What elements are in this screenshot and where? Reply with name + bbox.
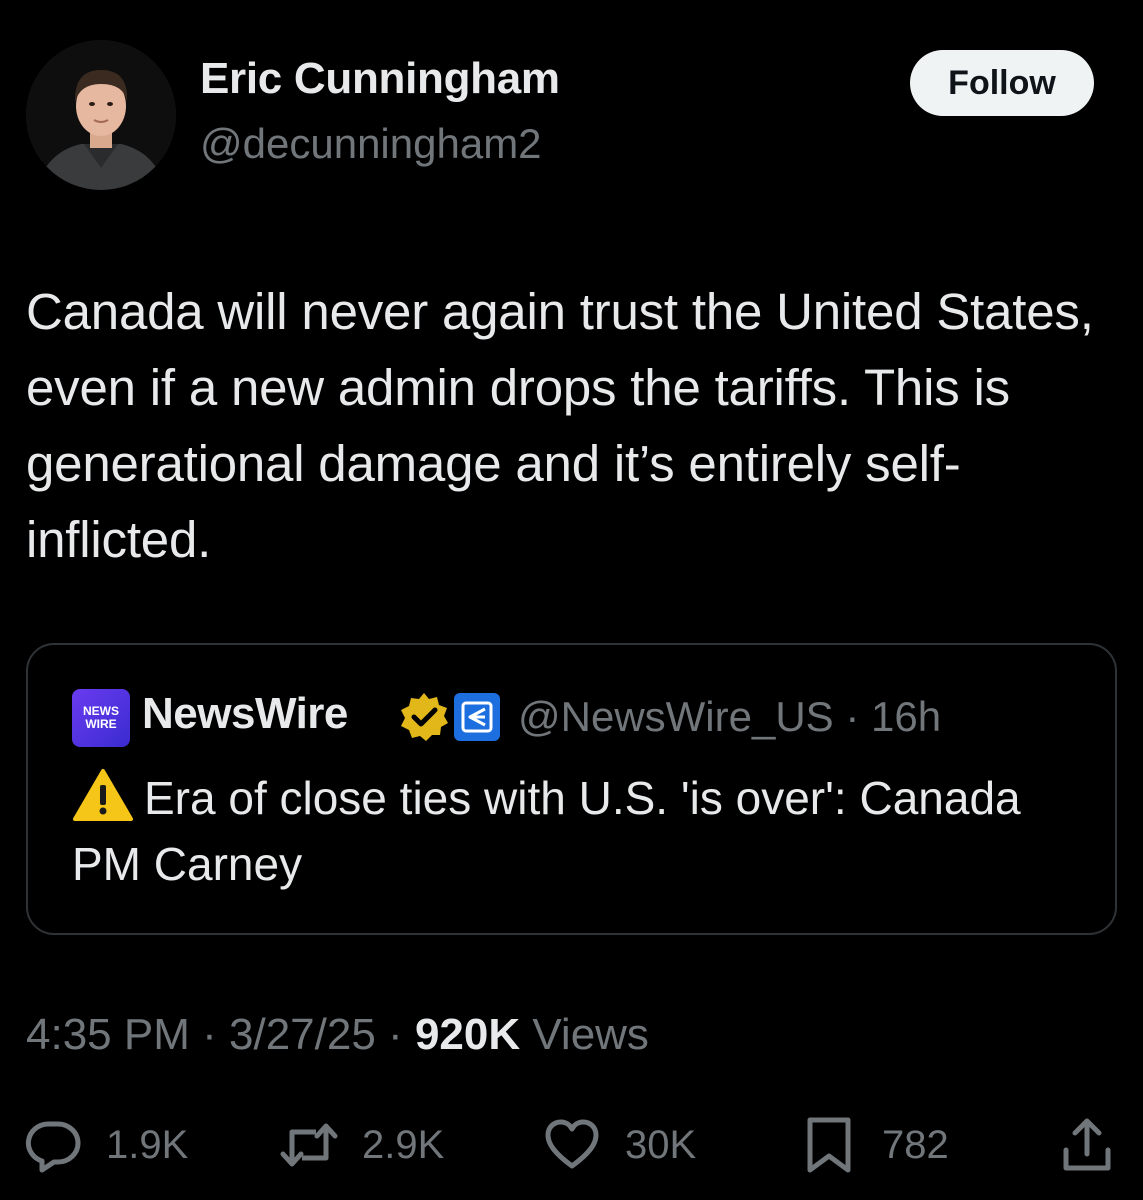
repost-icon [280,1123,338,1167]
author-display-name[interactable]: Eric Cunningham [200,54,560,104]
views-count: 920K [414,1010,521,1059]
tweet-meta: 4:35 PM · 3/27/25 · 920K Views [26,1010,649,1060]
author-handle[interactable]: @decunningham2 [200,120,542,168]
tweet-text: Canada will never again trust the United… [26,283,1094,568]
tweet-time[interactable]: 4:35 PM [26,1010,190,1059]
author-avatar[interactable] [26,40,176,190]
tweet-container: Eric Cunningham @decunningham2 Follow Ca… [0,0,1143,1200]
action-bar: 1.9K 2.9K 30K 782 [0,1110,1143,1180]
meta-separator: · [388,1010,403,1059]
like-button[interactable]: 30K [543,1110,696,1180]
meta-separator: · [845,693,860,740]
bookmark-button[interactable]: 782 [800,1110,949,1180]
quoted-tweet-card[interactable]: NEWS WIRE NewsWire @NewsWire_US · 16h Er… [26,643,1117,935]
verified-gold-icon[interactable] [398,691,450,743]
quoted-handle-line: @NewsWire_US · 16h [518,693,941,741]
tweet-date[interactable]: 3/27/25 [229,1010,376,1059]
newswire-logo[interactable]: NEWS WIRE [72,689,130,747]
bookmark-count: 782 [882,1122,949,1167]
meta-separator: · [202,1010,217,1059]
follow-button[interactable]: Follow [910,50,1094,116]
reply-icon [25,1121,81,1173]
avatar-image [26,40,176,190]
quoted-author-name[interactable]: NewsWire [142,689,348,739]
share-button[interactable] [1058,1110,1116,1180]
affiliate-badge-icon[interactable] [454,693,500,741]
bookmark-icon [807,1117,851,1173]
quoted-author-handle[interactable]: @NewsWire_US [518,693,834,740]
share-icon [1063,1118,1111,1171]
quoted-text-body: Era of close ties with U.S. 'is over': C… [72,772,1021,890]
repost-count: 2.9K [362,1122,445,1167]
warning-icon [73,769,133,821]
logo-text-line2: WIRE [85,717,117,731]
heart-icon [545,1119,599,1169]
repost-button[interactable]: 2.9K [280,1110,444,1180]
quoted-tweet-text: Era of close ties with U.S. 'is over': C… [72,765,1082,897]
quoted-time[interactable]: 16h [871,693,941,740]
views-label: Views [532,1010,649,1059]
affiliate-logo-icon [461,701,493,733]
reply-count: 1.9K [106,1122,189,1167]
like-count: 30K [625,1122,697,1167]
reply-button[interactable]: 1.9K [24,1110,188,1180]
